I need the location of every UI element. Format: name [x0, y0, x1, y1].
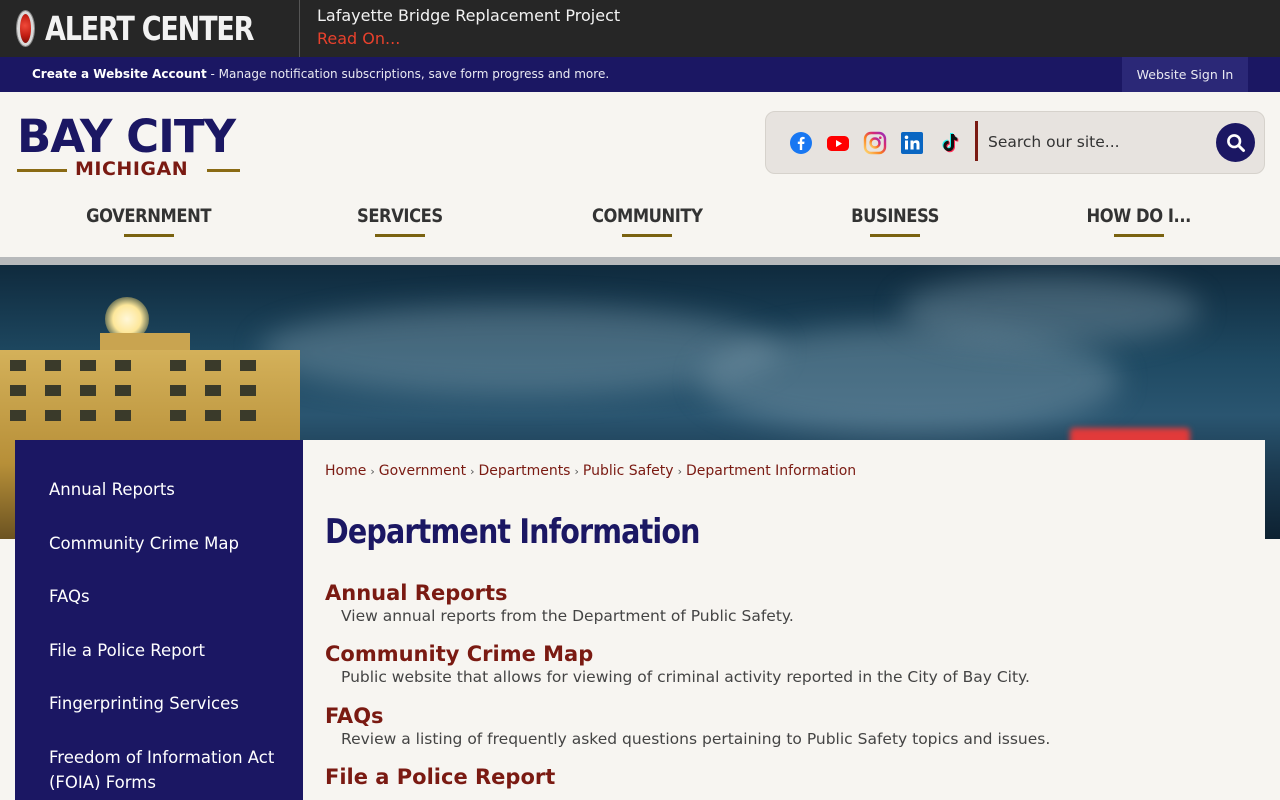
nav-label: SERVICES [357, 205, 443, 227]
youtube-icon[interactable] [826, 131, 850, 155]
account-bar: Create a Website Account - Manage notifi… [0, 57, 1280, 92]
alert-center-link[interactable]: ALERT CENTER [0, 0, 300, 57]
breadcrumb-public-safety[interactable]: Public Safety [583, 463, 674, 479]
nav-label: BUSINESS [851, 205, 939, 227]
breadcrumb-separator-icon: › [677, 465, 682, 478]
nav-community[interactable]: COMMUNITY [547, 205, 747, 245]
breadcrumb-separator-icon: › [370, 465, 375, 478]
account-notice: Create a Website Account - Manage notifi… [32, 67, 609, 81]
page-title: Department Information [325, 512, 700, 552]
entry-description: Public website that allows for viewing o… [341, 668, 1030, 686]
logo-rule-right [207, 169, 240, 172]
sidebar-item-fingerprinting[interactable]: Fingerprinting Services [49, 691, 279, 716]
nav-underline [375, 234, 425, 237]
sidebar-item-file-police-report[interactable]: File a Police Report [49, 638, 279, 663]
logo-rule-left [17, 169, 67, 172]
nav-underline [1114, 234, 1164, 237]
nav-how-do-i[interactable]: HOW DO I... [1039, 205, 1239, 245]
main-content: Home › Government › Departments › Public Safet… [303, 440, 1265, 800]
breadcrumb-separator-icon: › [574, 465, 579, 478]
header-tools [765, 111, 1265, 174]
breadcrumb-home[interactable]: Home [325, 463, 366, 479]
alert-headline[interactable]: Lafayette Bridge Replacement Project [317, 6, 620, 25]
entry-title-link[interactable]: Community Crime Map [325, 642, 1030, 666]
sidebar-item-annual-reports[interactable]: Annual Reports [49, 477, 279, 502]
tiktok-icon[interactable] [937, 131, 961, 155]
alert-bar: ALERT CENTER Lafayette Bridge Replacemen… [0, 0, 1280, 57]
nav-government[interactable]: GOVERNMENT [49, 205, 249, 245]
breadcrumb-government[interactable]: Government [379, 463, 466, 479]
instagram-icon[interactable] [863, 131, 887, 155]
list-item: FAQs Review a listing of frequently aske… [325, 704, 1050, 748]
create-account-link[interactable]: Create a Website Account [32, 67, 207, 81]
account-description: - Manage notification subscriptions, sav… [206, 67, 610, 81]
alert-item: Lafayette Bridge Replacement Project Rea… [317, 6, 620, 48]
list-item: File a Police Report [325, 765, 555, 789]
search-button[interactable] [1216, 123, 1255, 162]
sidebar-item-community-crime-map[interactable]: Community Crime Map [49, 531, 279, 556]
breadcrumb-department-information[interactable]: Department Information [686, 463, 856, 479]
nav-business[interactable]: BUSINESS [795, 205, 995, 245]
breadcrumb-separator-icon: › [470, 465, 475, 478]
logo-sub-text: MICHIGAN [75, 158, 189, 180]
search-icon [1226, 133, 1245, 152]
nav-services[interactable]: SERVICES [300, 205, 500, 245]
alert-read-on-link[interactable]: Read On... [317, 29, 400, 48]
header-divider-band [0, 257, 1280, 265]
linkedin-icon[interactable] [900, 131, 924, 155]
sidebar-item-faqs[interactable]: FAQs [49, 584, 279, 609]
hero-cloud [900, 275, 1200, 345]
nav-label: HOW DO I... [1086, 205, 1192, 227]
nav-underline [622, 234, 672, 237]
nav-underline [870, 234, 920, 237]
breadcrumb: Home › Government › Departments › Public Safet… [325, 463, 856, 479]
breadcrumb-departments[interactable]: Departments [478, 463, 570, 479]
site-logo[interactable]: BAY CITY MICHIGAN [17, 110, 242, 185]
alert-beacon-icon [17, 11, 35, 46]
entry-description: View annual reports from the Department … [341, 607, 794, 625]
sign-in-button[interactable]: Website Sign In [1122, 57, 1248, 92]
nav-label: GOVERNMENT [86, 205, 212, 227]
sidebar-nav: Annual Reports Community Crime Map FAQs … [15, 440, 303, 800]
nav-underline [124, 234, 174, 237]
search-divider [975, 121, 978, 161]
search-input[interactable] [988, 126, 1198, 158]
facebook-icon[interactable] [789, 131, 813, 155]
sidebar-item-foia-forms[interactable]: Freedom of Information Act (FOIA) Forms [49, 745, 279, 795]
alert-center-label: ALERT CENTER [45, 9, 254, 48]
entry-title-link[interactable]: FAQs [325, 704, 1050, 728]
entry-description: Review a listing of frequently asked que… [341, 730, 1051, 748]
list-item: Annual Reports View annual reports from … [325, 581, 794, 625]
logo-main-text: BAY CITY [17, 110, 236, 163]
entry-title-link[interactable]: File a Police Report [325, 765, 555, 789]
entry-title-link[interactable]: Annual Reports [325, 581, 794, 605]
nav-label: COMMUNITY [591, 205, 703, 227]
list-item: Community Crime Map Public website that … [325, 642, 1030, 686]
